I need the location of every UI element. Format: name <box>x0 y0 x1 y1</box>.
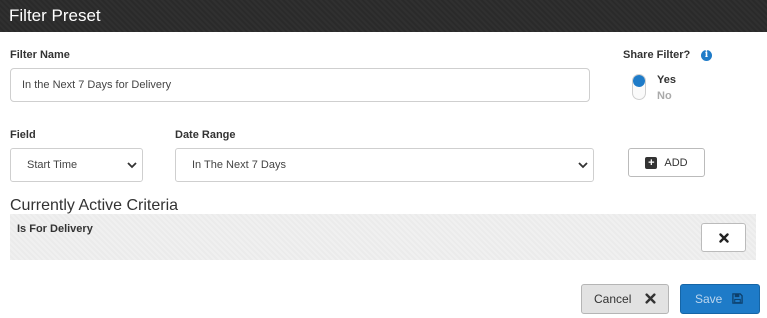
cancel-button[interactable]: Cancel <box>581 284 669 314</box>
field-select[interactable]: Start Time <box>10 148 143 182</box>
cancel-button-label: Cancel <box>594 292 632 306</box>
field-label: Field <box>10 129 36 141</box>
criteria-item-label: Is For Delivery <box>17 223 93 235</box>
date-range-label: Date Range <box>175 129 236 141</box>
add-button[interactable]: + ADD <box>628 148 705 177</box>
criteria-row: Is For Delivery <box>10 214 756 260</box>
add-button-label: ADD <box>664 156 688 169</box>
filter-name-label: Filter Name <box>10 49 70 61</box>
field-select-value: Start Time <box>27 159 78 171</box>
toggle-knob <box>633 75 645 87</box>
filter-name-input[interactable]: In the Next 7 Days for Delivery <box>10 68 590 102</box>
save-button-label: Save <box>695 292 723 306</box>
info-icon[interactable]: i <box>701 50 712 61</box>
chevron-down-icon <box>127 149 137 181</box>
save-button[interactable]: Save <box>680 284 760 314</box>
close-icon <box>645 293 656 307</box>
share-filter-toggle[interactable] <box>632 74 646 100</box>
date-range-select-value: In The Next 7 Days <box>192 159 286 171</box>
share-filter-label: Share Filter? <box>623 49 691 61</box>
share-option-yes[interactable]: Yes <box>657 74 676 86</box>
chevron-down-icon <box>578 149 588 181</box>
share-option-no[interactable]: No <box>657 90 672 102</box>
plus-square-icon: + <box>645 156 658 169</box>
date-range-select[interactable]: In The Next 7 Days <box>175 148 594 182</box>
close-icon <box>718 232 729 243</box>
dialog-title: Filter Preset <box>0 0 767 32</box>
floppy-disk-icon <box>732 293 743 307</box>
remove-criteria-button[interactable] <box>701 223 746 252</box>
active-criteria-title: Currently Active Criteria <box>10 197 179 214</box>
